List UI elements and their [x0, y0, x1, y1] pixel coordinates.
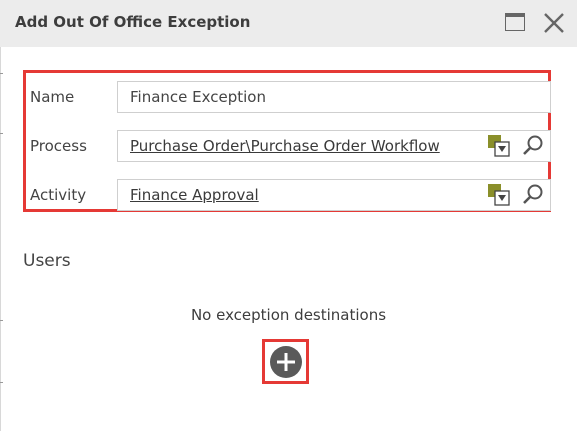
maximize-icon-bar: [505, 13, 525, 17]
activity-field-link[interactable]: Finance Approval: [130, 186, 259, 204]
dialog-titlebar: Add Out Of Office Exception: [0, 0, 577, 47]
name-field-value: Finance Exception: [130, 88, 266, 106]
name-label: Name: [30, 88, 75, 106]
activity-label: Activity: [30, 186, 87, 204]
users-heading: Users: [23, 251, 71, 271]
search-icon[interactable]: [521, 183, 545, 207]
search-icon[interactable]: [521, 134, 545, 158]
edge-tick: [0, 133, 3, 134]
process-label: Process: [30, 137, 87, 155]
left-edge-divider: [0, 47, 1, 431]
process-field[interactable]: Purchase Order\Purchase Order Workflow: [117, 130, 551, 162]
maximize-icon[interactable]: [505, 13, 525, 31]
out-of-office-exception-dialog: Add Out Of Office Exception Name Finance…: [0, 0, 577, 431]
add-icon[interactable]: [270, 346, 302, 378]
name-field[interactable]: Finance Exception: [117, 81, 551, 113]
highlight-add-box: [262, 339, 309, 384]
picker-icon[interactable]: [487, 183, 511, 207]
edge-tick: [0, 73, 3, 74]
activity-field[interactable]: Finance Approval: [117, 179, 551, 211]
edge-tick: [0, 382, 3, 383]
no-destinations-message: No exception destinations: [190, 306, 387, 324]
process-field-link[interactable]: Purchase Order\Purchase Order Workflow: [130, 137, 440, 155]
close-icon[interactable]: [543, 12, 565, 34]
picker-icon[interactable]: [487, 134, 511, 158]
dialog-title: Add Out Of Office Exception: [15, 13, 251, 31]
